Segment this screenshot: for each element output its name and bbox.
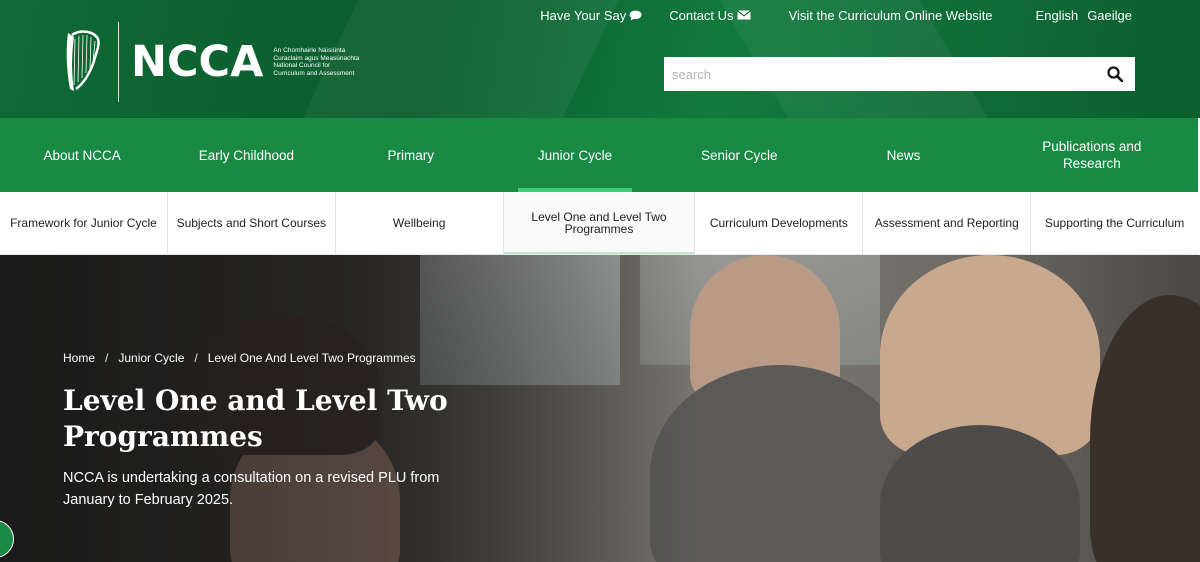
search-button[interactable] (1095, 57, 1135, 91)
subnav-curriculum-developments[interactable]: Curriculum Developments (695, 192, 864, 254)
logo-subtitle: An Chomhairle Náisiúnta Curaclaim agus M… (273, 47, 368, 77)
curriculum-online-link[interactable]: Visit the Curriculum Online Website (789, 8, 993, 23)
nav-early-childhood[interactable]: Early Childhood (164, 118, 328, 192)
logo-divider (118, 22, 119, 102)
logo-wordmark: NCCA (131, 36, 264, 87)
language-english-link[interactable]: English (1036, 8, 1079, 23)
nav-about-ncca[interactable]: About NCCA (0, 118, 164, 192)
breadcrumb-current-page: Level One And Level Two Programmes (207, 351, 416, 365)
search-bar (664, 57, 1135, 91)
hero-banner: Home / Junior Cycle / Level One And Leve… (0, 255, 1200, 562)
have-your-say-link[interactable]: Have Your Say (540, 8, 642, 23)
subnav-assessment-and-reporting[interactable]: Assessment and Reporting (863, 192, 1032, 254)
breadcrumb-separator: / (105, 351, 109, 365)
speech-bubble-icon (629, 10, 642, 20)
language-gaeilge-link[interactable]: Gaeilge (1087, 8, 1132, 23)
nav-primary[interactable]: Primary (329, 118, 493, 192)
subnav-framework-for-junior-cycle[interactable]: Framework for Junior Cycle (0, 192, 168, 254)
site-header: NCCA An Chomhairle Náisiúnta Curaclaim a… (0, 0, 1200, 118)
utility-links: Have Your Say Contact Us Visit the Curri… (513, 6, 1200, 24)
breadcrumb: Home / Junior Cycle / Level One And Leve… (63, 351, 416, 365)
main-navigation: About NCCA Early Childhood Primary Junio… (0, 118, 1198, 192)
contact-us-link[interactable]: Contact Us (669, 7, 751, 23)
logo-subtitle-line: Curaclaim agus Measúnachta (273, 54, 360, 62)
nav-junior-cycle[interactable]: Junior Cycle (493, 118, 657, 192)
envelope-icon (736, 10, 751, 20)
subnav-level-one-and-level-two-programmes[interactable]: Level One and Level Two Programmes (503, 192, 696, 254)
breadcrumb-junior-cycle[interactable]: Junior Cycle (118, 351, 184, 365)
nav-news[interactable]: News (821, 118, 985, 192)
sub-navigation: Framework for Junior Cycle Subjects and … (0, 192, 1198, 255)
logo-subtitle-line: Curriculum and Assessment (273, 69, 355, 77)
nav-publications-and-research[interactable]: Publications and Research (986, 118, 1198, 192)
logo-subtitle-line: National Council for (273, 62, 331, 69)
breadcrumb-separator: / (194, 351, 198, 365)
page-title: Level One and Level Two Programmes (63, 384, 448, 453)
ncca-logo[interactable]: NCCA An Chomhairle Náisiúnta Curaclaim a… (60, 22, 368, 102)
nav-senior-cycle[interactable]: Senior Cycle (657, 118, 821, 192)
subnav-supporting-the-curriculum[interactable]: Supporting the Curriculum (1031, 192, 1198, 254)
page-description: NCCA is undertaking a consultation on a … (63, 470, 440, 508)
harp-icon (66, 30, 100, 91)
search-input[interactable] (664, 57, 1095, 91)
subnav-wellbeing[interactable]: Wellbeing (336, 192, 504, 254)
logo-subtitle-line: An Chomhairle Náisiúnta (273, 47, 346, 54)
breadcrumb-home[interactable]: Home (63, 351, 95, 365)
have-your-say-label: Have Your Say (540, 7, 627, 23)
search-icon (1107, 66, 1123, 82)
subnav-subjects-and-short-courses[interactable]: Subjects and Short Courses (168, 192, 336, 254)
contact-us-label: Contact Us (669, 7, 734, 23)
